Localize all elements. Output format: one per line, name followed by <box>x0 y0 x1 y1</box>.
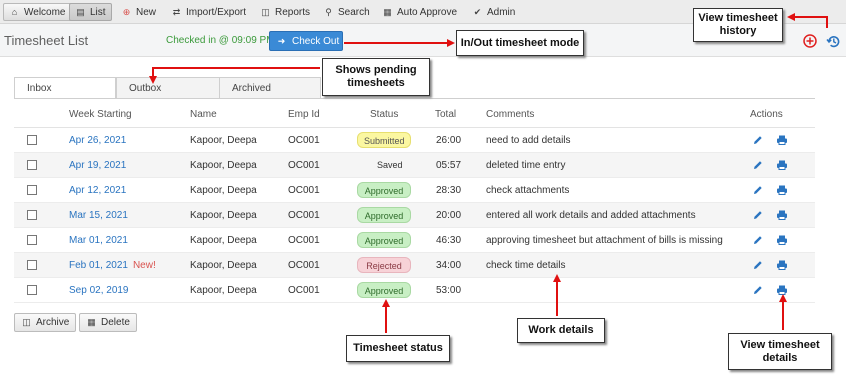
arrow-pending <box>152 67 320 80</box>
callout-view-details: View timesheet details <box>728 333 832 370</box>
callout-work-details: Work details <box>517 318 605 343</box>
callout-timesheet-status: Timesheet status <box>346 335 450 362</box>
annotation-arrows <box>149 13 828 333</box>
arrow-history <box>787 13 828 28</box>
callout-pending: Shows pending timesheets <box>322 58 430 96</box>
callout-inout-mode: In/Out timesheet mode <box>456 30 584 56</box>
callout-view-history: View timesheet history <box>693 8 783 42</box>
